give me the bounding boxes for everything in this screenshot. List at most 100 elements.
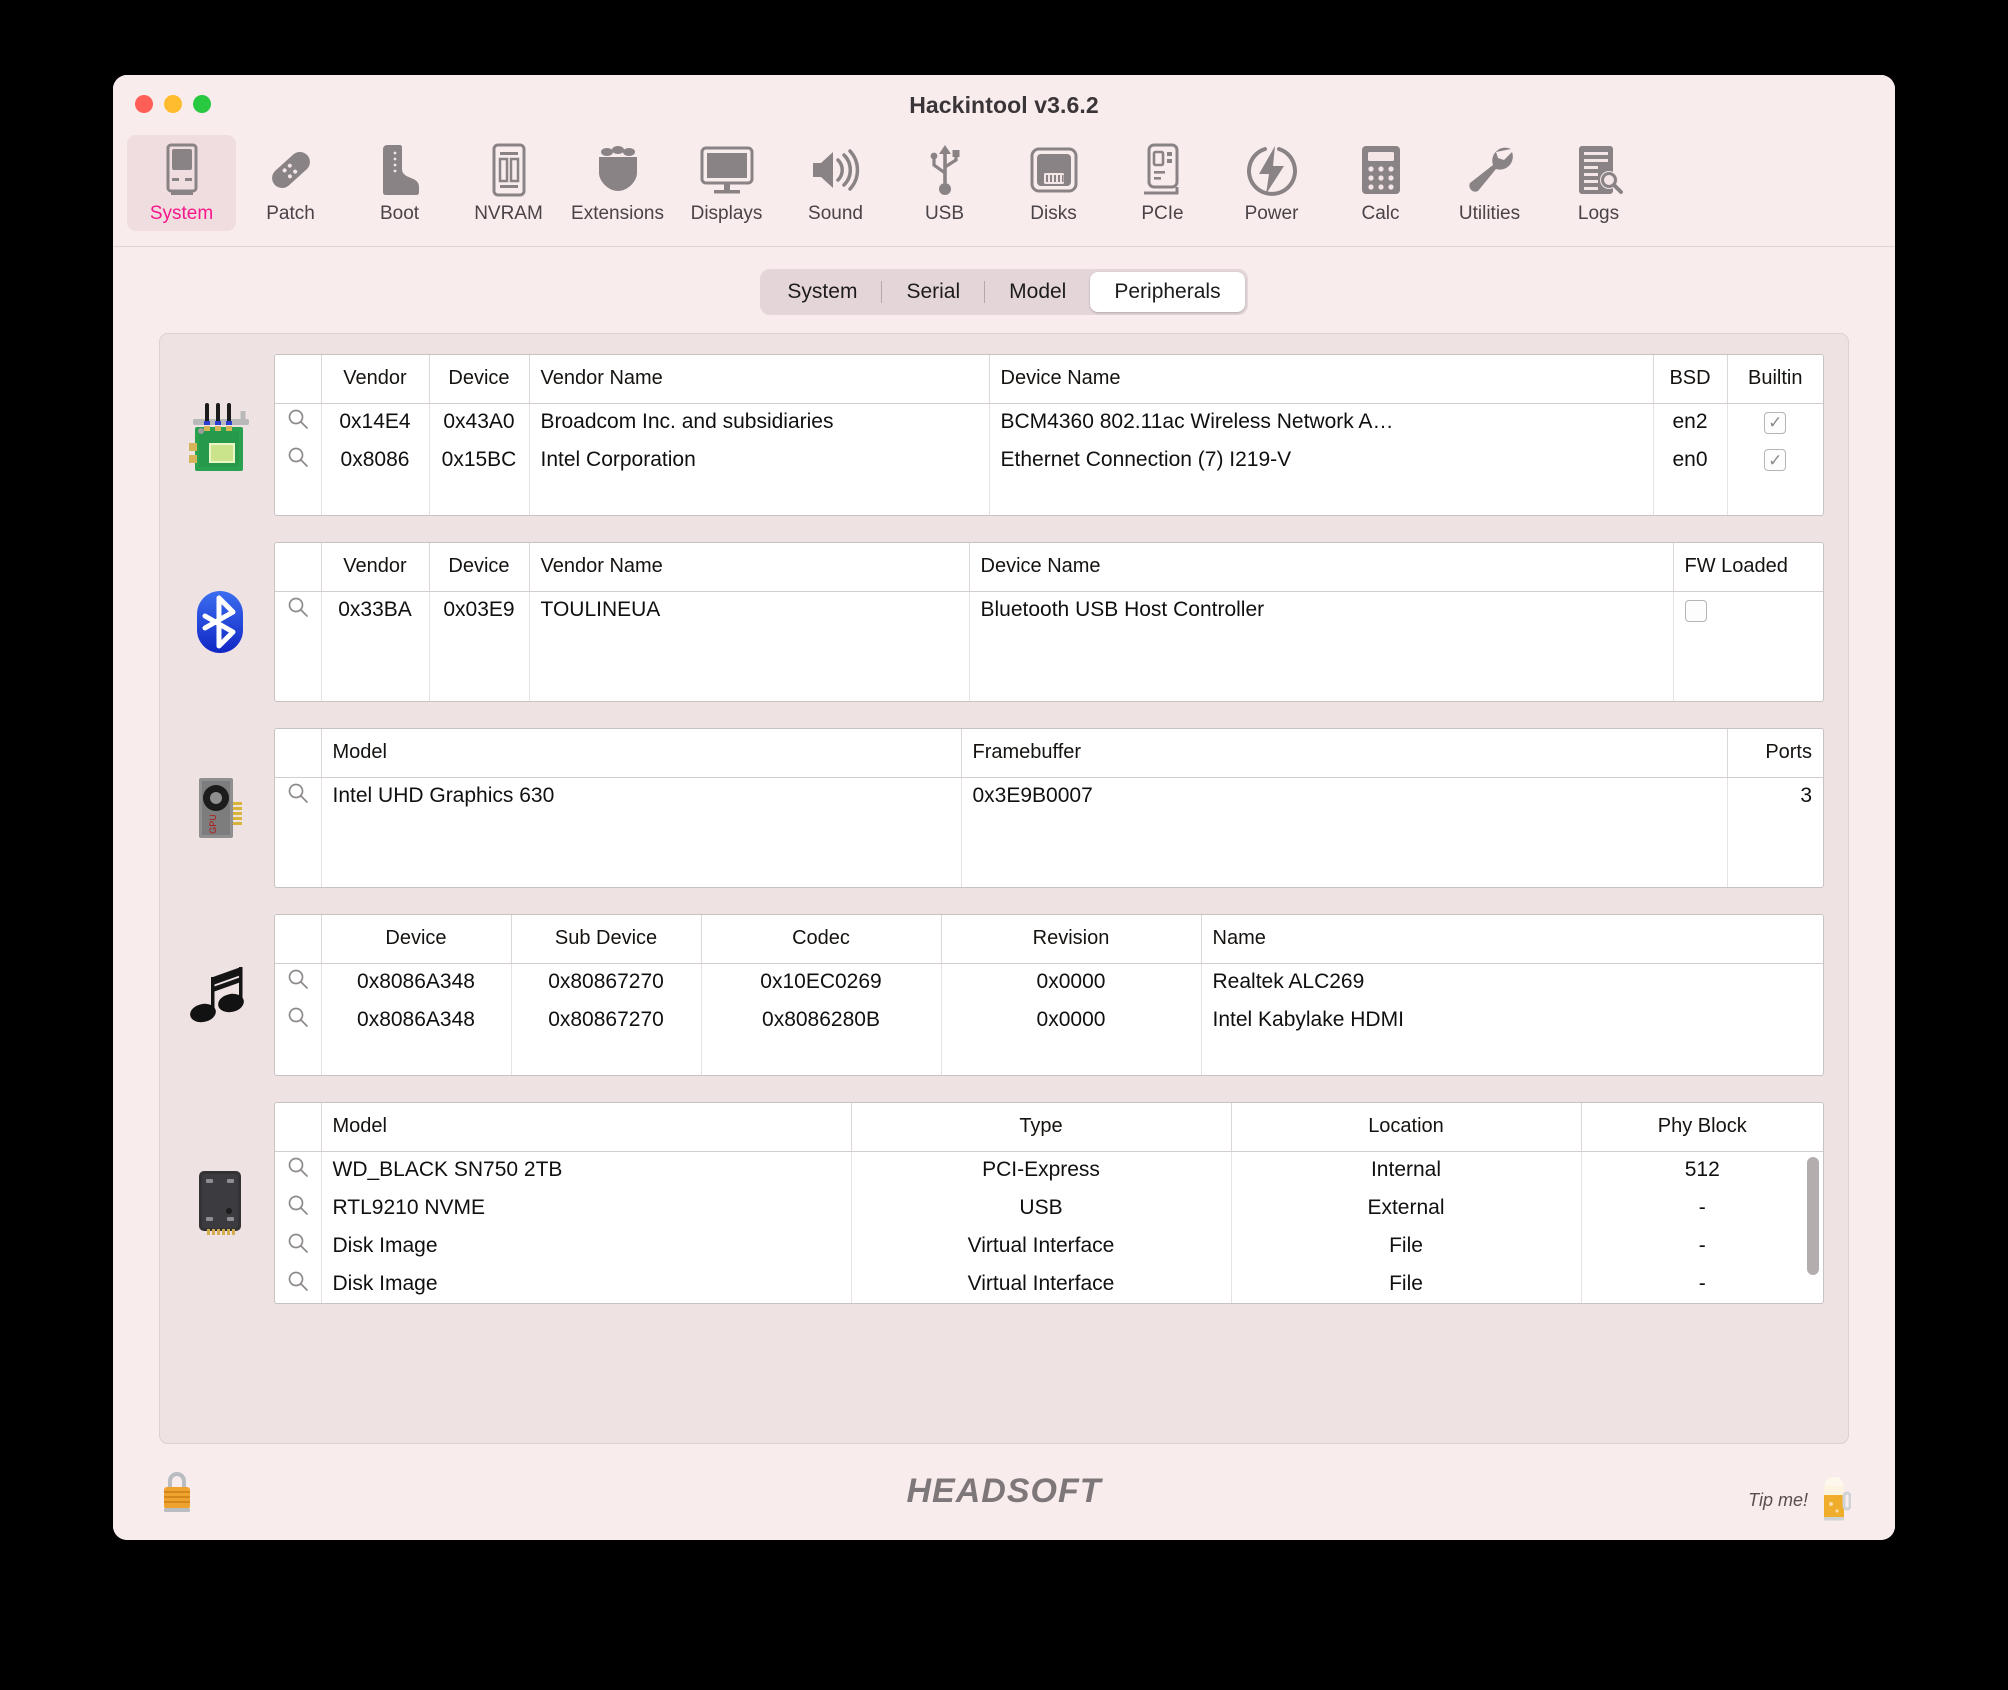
col-location[interactable]: Location	[1231, 1103, 1581, 1151]
col-model[interactable]: Model	[321, 1103, 851, 1151]
col-framebuffer[interactable]: Framebuffer	[961, 729, 1727, 777]
scrollbar-thumb[interactable]	[1807, 1157, 1819, 1275]
tip-container[interactable]: Tip me!	[1748, 1474, 1851, 1527]
row-search-button[interactable]	[275, 1151, 321, 1189]
toolbar-label: Boot	[380, 204, 419, 223]
toolbar-label: Displays	[691, 204, 763, 223]
cell-ports: 3	[1727, 777, 1823, 815]
col-device[interactable]: Device	[429, 355, 529, 403]
tab-serial[interactable]: Serial	[882, 272, 984, 312]
table-row[interactable]: 0x8086A348 0x80867270 0x10EC0269 0x0000 …	[275, 963, 1823, 1001]
col-vendor-name[interactable]: Vendor Name	[529, 355, 989, 403]
table-row[interactable]: 0x8086A348 0x80867270 0x8086280B 0x0000 …	[275, 1001, 1823, 1039]
search-icon	[287, 968, 309, 996]
search-icon	[287, 1156, 309, 1184]
table-row[interactable]: WD_BLACK SN750 2TB PCI-Express Internal …	[275, 1151, 1823, 1189]
cell-codec: 0x10EC0269	[701, 963, 941, 1001]
toolbar-item-sound[interactable]: Sound	[781, 135, 890, 231]
toolbar-item-calc[interactable]: Calc	[1326, 135, 1435, 231]
col-fw-loaded[interactable]: FW Loaded	[1673, 543, 1823, 591]
toolbar-label: Logs	[1578, 204, 1619, 223]
col-device[interactable]: Device	[321, 915, 511, 963]
row-search-button[interactable]	[275, 441, 321, 479]
col-vendor-name[interactable]: Vendor Name	[529, 543, 969, 591]
row-search-button[interactable]	[275, 1265, 321, 1303]
tip-label: Tip me!	[1748, 1490, 1808, 1511]
col-device[interactable]: Device	[429, 543, 529, 591]
table-row[interactable]: Disk Image Virtual Interface File -	[275, 1265, 1823, 1303]
toolbar-item-boot[interactable]: Boot	[345, 135, 454, 231]
toolbar-item-power[interactable]: Power	[1217, 135, 1326, 231]
toolbar-item-disks[interactable]: Disks	[999, 135, 1108, 231]
table-row[interactable]: RTL9210 NVME USB External -	[275, 1189, 1823, 1227]
table-row[interactable]: 0x14E4 0x43A0 Broadcom Inc. and subsidia…	[275, 403, 1823, 441]
window-title: Hackintool v3.6.2	[113, 92, 1895, 119]
search-icon	[287, 596, 309, 624]
cell-builtin[interactable]: ✓	[1727, 403, 1823, 441]
col-type[interactable]: Type	[851, 1103, 1231, 1151]
toolbar-item-patch[interactable]: Patch	[236, 135, 345, 231]
col-phy-block[interactable]: Phy Block	[1581, 1103, 1823, 1151]
row-search-button[interactable]	[275, 1227, 321, 1265]
table-row[interactable]: Intel UHD Graphics 630 0x3E9B0007 3	[275, 777, 1823, 815]
cell-type: Virtual Interface	[851, 1265, 1231, 1303]
toolbar-item-logs[interactable]: Logs	[1544, 135, 1653, 231]
col-sub-device[interactable]: Sub Device	[511, 915, 701, 963]
cell-model: Disk Image	[321, 1265, 851, 1303]
toolbar-item-extensions[interactable]: Extensions	[563, 135, 672, 231]
toolbar-label: Sound	[808, 204, 863, 223]
cell-model: Disk Image	[321, 1227, 851, 1265]
cell-builtin[interactable]: ✓	[1727, 441, 1823, 479]
cell-fw-loaded[interactable]	[1673, 591, 1823, 629]
col-model[interactable]: Model	[321, 729, 961, 777]
table-row[interactable]: 0x8086 0x15BC Intel Corporation Ethernet…	[275, 441, 1823, 479]
table-filler-row	[275, 815, 1823, 851]
row-search-button[interactable]	[275, 1189, 321, 1227]
lego-brick-icon	[591, 141, 645, 199]
network-card-icon	[184, 354, 256, 516]
builtin-checkbox[interactable]: ✓	[1764, 412, 1786, 434]
builtin-checkbox[interactable]: ✓	[1764, 449, 1786, 471]
tab-model[interactable]: Model	[985, 272, 1090, 312]
col-device-name[interactable]: Device Name	[969, 543, 1673, 591]
table-row[interactable]: Disk Image Virtual Interface File -	[275, 1227, 1823, 1265]
cell-device: 0x8086A348	[321, 963, 511, 1001]
col-revision[interactable]: Revision	[941, 915, 1201, 963]
cell-location: Internal	[1231, 1151, 1581, 1189]
col-vendor[interactable]: Vendor	[321, 355, 429, 403]
cell-model: Intel UHD Graphics 630	[321, 777, 961, 815]
disks-vertical-scrollbar[interactable]	[1807, 1157, 1819, 1297]
monitor-icon	[699, 141, 755, 199]
row-search-button[interactable]	[275, 963, 321, 1001]
row-search-button[interactable]	[275, 403, 321, 441]
tab-system[interactable]: System	[763, 272, 881, 312]
row-search-button[interactable]	[275, 1001, 321, 1039]
table-header: Model Framebuffer Ports	[275, 729, 1823, 777]
toolbar-item-usb[interactable]: USB	[890, 135, 999, 231]
col-builtin[interactable]: Builtin	[1727, 355, 1823, 403]
col-vendor[interactable]: Vendor	[321, 543, 429, 591]
row-search-button[interactable]	[275, 591, 321, 629]
row-search-button[interactable]	[275, 777, 321, 815]
toolbar-item-nvram[interactable]: NVRAM	[454, 135, 563, 231]
cell-phy-block: -	[1581, 1265, 1823, 1303]
table-header: Device Sub Device Codec Revision Name	[275, 915, 1823, 963]
fw-loaded-checkbox[interactable]	[1685, 600, 1707, 622]
toolbar-item-system[interactable]: System	[127, 135, 236, 231]
toolbar-item-displays[interactable]: Displays	[672, 135, 781, 231]
beer-mug-icon[interactable]	[1817, 1474, 1851, 1527]
toolbar-label: Patch	[266, 204, 315, 223]
toolbar-label: Disks	[1030, 204, 1076, 223]
col-bsd[interactable]: BSD	[1653, 355, 1727, 403]
search-icon	[287, 782, 309, 810]
boot-icon	[377, 141, 423, 199]
table-row[interactable]: 0x33BA 0x03E9 TOULINEUA Bluetooth USB Ho…	[275, 591, 1823, 629]
toolbar-item-utilities[interactable]: Utilities	[1435, 135, 1544, 231]
disks-section: Model Type Location Phy Block	[184, 1102, 1824, 1304]
col-device-name[interactable]: Device Name	[989, 355, 1653, 403]
col-codec[interactable]: Codec	[701, 915, 941, 963]
col-name[interactable]: Name	[1201, 915, 1823, 963]
tab-peripherals[interactable]: Peripherals	[1090, 272, 1244, 312]
col-ports[interactable]: Ports	[1727, 729, 1823, 777]
toolbar-item-pcie[interactable]: PCIe	[1108, 135, 1217, 231]
